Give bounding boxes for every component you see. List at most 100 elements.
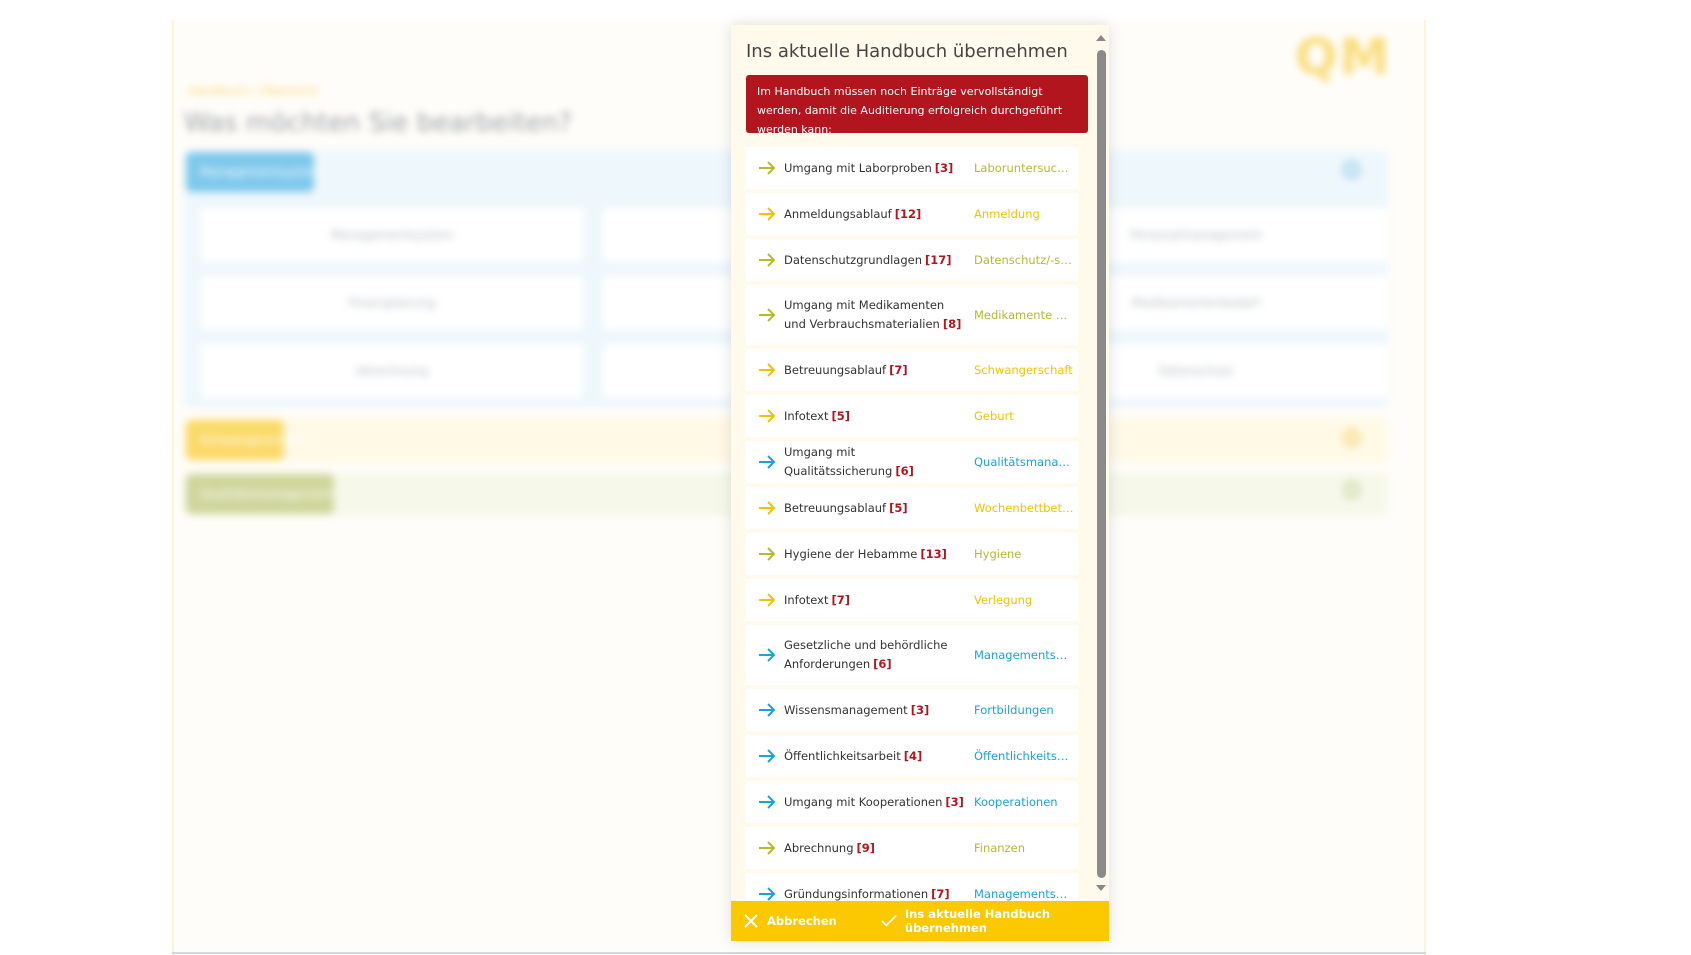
item-title: Umgang mit Kooperationen — [784, 794, 943, 809]
incomplete-entries-list: Umgang mit Laborproben [3] Laboruntersuchu… — [746, 147, 1078, 901]
list-item[interactable]: Umgang mit Laborproben [3] Laboruntersuchu… — [746, 147, 1078, 189]
item-category-link[interactable]: Anmeldung — [974, 207, 1074, 221]
settings-gears-icon[interactable]: ⚙ — [1340, 156, 1363, 186]
arrow-right-icon — [759, 308, 776, 322]
arrow-right-icon — [759, 887, 776, 901]
missing-count-badge: [5] — [831, 408, 850, 423]
list-item[interactable]: Infotext [7] Verlegung — [746, 579, 1078, 621]
item-title: Gesetzliche und behördliche Anforderunge… — [784, 638, 948, 671]
missing-count-badge: [3] — [910, 702, 930, 717]
list-item[interactable]: Öffentlichkeitsarbeit [4] Öffentlichkeitsa… — [746, 735, 1078, 777]
scroll-up-arrow-icon[interactable] — [1096, 35, 1106, 41]
arrow-right-icon — [759, 593, 776, 607]
arrow-right-icon — [759, 409, 776, 423]
item-category-link[interactable]: Laboruntersuchungen — [974, 161, 1074, 175]
page-bottom-divider — [172, 952, 1426, 954]
list-item[interactable]: Betreuungsablauf [7] Schwangerschaft — [746, 349, 1078, 391]
list-item[interactable]: Umgang mit Kooperationen [3] Kooperationen — [746, 781, 1078, 823]
arrow-right-icon — [759, 703, 776, 717]
list-item[interactable]: Umgang mit Qualitätssicherung [6] Qualität… — [746, 441, 1078, 483]
item-title: Öffentlichkeitsarbeit — [784, 748, 901, 763]
item-category-link[interactable]: Fortbildungen — [974, 703, 1074, 717]
item-title: Anmeldungsablauf — [784, 206, 892, 221]
item-title: Umgang mit Laborproben — [784, 160, 932, 175]
modal-title: Ins aktuelle Handbuch übernehmen — [746, 41, 1068, 62]
item-category-link[interactable]: Hygiene — [974, 547, 1074, 561]
item-label: Umgang mit Laborproben [3] — [784, 159, 969, 178]
list-item[interactable]: Gründungsinformationen[7] Managementsyste… — [746, 873, 1078, 901]
list-item[interactable]: Infotext [5] Geburt — [746, 395, 1078, 437]
list-item[interactable]: Abrechnung [9] Finanzen — [746, 827, 1078, 869]
missing-count-badge: [7] — [831, 592, 850, 607]
accept-button[interactable]: Ins aktuelle Handbuch übernehmen — [881, 901, 1109, 941]
item-label: Betreuungsablauf [7] — [784, 361, 969, 380]
list-item[interactable]: Umgang mit Medikamenten und Verbrauchsma… — [746, 285, 1078, 345]
item-category-link[interactable]: Wochenbettbetreuung — [974, 501, 1074, 515]
scrollbar-thumb[interactable] — [1097, 50, 1106, 878]
arrow-right-icon — [759, 841, 776, 855]
settings-gears-icon[interactable]: ⚙ — [1340, 424, 1363, 454]
item-label: Gründungsinformationen [7] — [784, 885, 969, 902]
item-title: Betreuungsablauf — [784, 362, 887, 377]
item-label: Infotext [5] — [784, 407, 969, 426]
bg-card[interactable]: Finanzplanung — [201, 276, 583, 330]
arrow-right-icon — [759, 253, 776, 267]
missing-count-badge: [7] — [889, 362, 908, 377]
list-item[interactable]: Gesetzliche und behördliche Anforderunge… — [746, 625, 1078, 685]
item-title: Umgang mit Qualitätssicherung — [784, 445, 893, 478]
missing-count-badge: [13] — [920, 546, 947, 561]
item-category-link[interactable]: Geburt — [974, 409, 1074, 423]
item-title: Abrechnung — [784, 840, 854, 855]
scroll-down-arrow-icon[interactable] — [1096, 885, 1106, 891]
list-item[interactable]: Wissensmanagement [3] Fortbildungen — [746, 689, 1078, 731]
bg-card[interactable]: Abrechnung — [201, 344, 583, 398]
item-category-link[interactable]: Qualitätsmanagement — [974, 455, 1074, 469]
transfer-modal: Ins aktuelle Handbuch übernehmen Im Hand… — [731, 25, 1109, 941]
settings-gears-icon[interactable]: ⚙ — [1340, 476, 1363, 506]
item-title: Hygiene der Hebamme — [784, 546, 918, 561]
list-item[interactable]: Betreuungsablauf[5] Wochenbettbetreuung — [746, 487, 1078, 529]
section-tag-blue[interactable]: Managementsystem — [186, 152, 322, 192]
arrow-right-icon — [759, 501, 776, 515]
missing-count-badge: [8] — [942, 317, 962, 331]
missing-count-badge: [6] — [895, 464, 914, 478]
cancel-button-label: Abbrechen — [767, 914, 837, 928]
item-category-link[interactable]: Verlegung — [974, 593, 1074, 607]
item-category-link[interactable]: Datenschutz/-sicherheit — [974, 253, 1074, 267]
close-icon — [744, 914, 758, 928]
missing-count-badge: [3] — [945, 794, 964, 809]
item-category-link[interactable]: Managementsystem — [974, 648, 1074, 662]
incomplete-entries-alert: Im Handbuch müssen noch Einträge vervoll… — [746, 75, 1088, 136]
arrow-right-icon — [759, 795, 776, 809]
item-category-link[interactable]: Finanzen — [974, 841, 1074, 855]
list-item[interactable]: Anmeldungsablauf [12] Anmeldung — [746, 193, 1078, 235]
modal-scrollbar[interactable] — [1093, 25, 1109, 901]
item-label: Umgang mit Qualitätssicherung [6] — [784, 443, 969, 481]
item-label: Betreuungsablauf [5] — [784, 499, 969, 518]
arrow-right-icon — [759, 207, 776, 221]
page-heading: Was möchten Sie bearbeiten? — [184, 108, 573, 138]
missing-count-badge: [9] — [856, 840, 876, 855]
item-category-link[interactable]: Schwangerschaft — [974, 363, 1074, 377]
item-category-link[interactable]: Managementsystem — [974, 887, 1074, 901]
item-category-link[interactable]: Medikamente und Verbrauchsmaterialien — [974, 308, 1074, 322]
item-label: Datenschutzgrundlagen [17] — [784, 251, 969, 270]
section-tag-yellow[interactable]: Schwangerschaft — [186, 420, 303, 460]
item-category-link[interactable]: Öffentlichkeitsarbeit — [974, 749, 1074, 763]
item-label: Öffentlichkeitsarbeit [4] — [784, 747, 969, 766]
list-item[interactable]: Datenschutzgrundlagen [17] Datenschutz/-si… — [746, 239, 1078, 281]
item-title: Wissensmanagement — [784, 702, 908, 717]
modal-scroll-area[interactable]: Ins aktuelle Handbuch übernehmen Im Hand… — [731, 25, 1109, 901]
item-title: Gründungsinformationen — [784, 886, 929, 901]
section-tag-green[interactable]: Qualitätsmanagement — [186, 474, 334, 514]
item-label: Umgang mit Medikamenten und Verbrauchsma… — [784, 296, 969, 334]
list-item[interactable]: Hygiene der Hebamme [13] Hygiene — [746, 533, 1078, 575]
arrow-right-icon — [759, 547, 776, 561]
item-title: Infotext — [784, 408, 829, 423]
cancel-button[interactable]: Abbrechen — [743, 901, 837, 941]
accept-button-label: Ins aktuelle Handbuch übernehmen — [904, 907, 1051, 935]
arrow-right-icon — [759, 648, 776, 662]
item-label: Hygiene der Hebamme [13] — [784, 545, 969, 564]
item-category-link[interactable]: Kooperationen — [974, 795, 1074, 809]
bg-card[interactable]: Managementsystem — [201, 208, 583, 262]
